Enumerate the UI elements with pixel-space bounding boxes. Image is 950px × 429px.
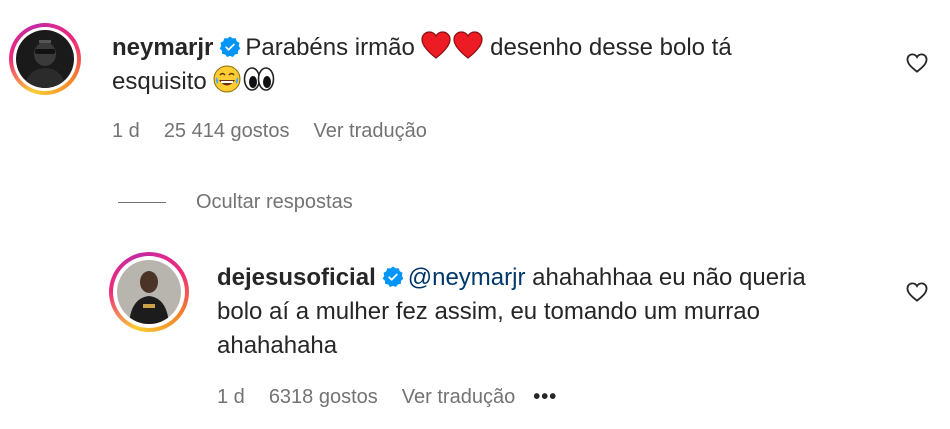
more-dots-icon[interactable]: ••• xyxy=(533,386,557,408)
red-heart-emoji xyxy=(453,31,484,59)
reply-text: ahahahaha xyxy=(217,332,338,359)
verified-badge-icon xyxy=(220,36,241,58)
reply-text: bolo aí a mulher fez assim, eu tomando u… xyxy=(217,298,760,325)
reply-time[interactable]: 1 d xyxy=(217,386,245,408)
red-heart-emoji xyxy=(421,31,452,59)
comment-text: Parabéns irmão xyxy=(245,34,415,61)
see-translation-link[interactable]: Ver tradução xyxy=(402,386,515,408)
reply-meta: 1 d 6318 gostos Ver tradução ••• xyxy=(217,386,581,409)
heart-outline-icon[interactable] xyxy=(906,53,928,73)
see-translation-link[interactable]: Ver tradução xyxy=(313,120,426,142)
replies-divider xyxy=(118,201,166,203)
comment-body: neymarjr Parabéns irmão desenho desse bol… xyxy=(112,31,832,99)
comment-likes[interactable]: 25 414 gostos xyxy=(164,120,290,142)
verified-badge-icon xyxy=(382,266,404,288)
laughing-emoji xyxy=(213,65,241,93)
reply-likes[interactable]: 6318 gostos xyxy=(269,386,378,408)
hide-replies-button[interactable]: Ocultar respostas xyxy=(118,190,353,214)
comment-meta: 1 d 25 414 gostos Ver tradução xyxy=(112,120,451,143)
eyes-emoji xyxy=(244,67,275,91)
reply-text: ahahahhaa eu não queria xyxy=(532,264,806,291)
comment-username[interactable]: neymarjr xyxy=(112,34,213,61)
reply-username[interactable]: dejesusoficial xyxy=(217,264,376,291)
heart-outline-icon[interactable] xyxy=(906,282,928,302)
mention-link[interactable]: @neymarjr xyxy=(408,264,526,291)
comment-time[interactable]: 1 d xyxy=(112,120,140,142)
reply-body: dejesusoficial @neymarjr ahahahhaa eu não… xyxy=(217,261,897,363)
avatar[interactable] xyxy=(16,30,74,88)
comment-text: esquisito xyxy=(112,68,207,95)
comment-text: desenho desse bolo tá xyxy=(490,34,732,61)
hide-replies-label: Ocultar respostas xyxy=(196,190,353,213)
avatar[interactable] xyxy=(117,260,181,324)
